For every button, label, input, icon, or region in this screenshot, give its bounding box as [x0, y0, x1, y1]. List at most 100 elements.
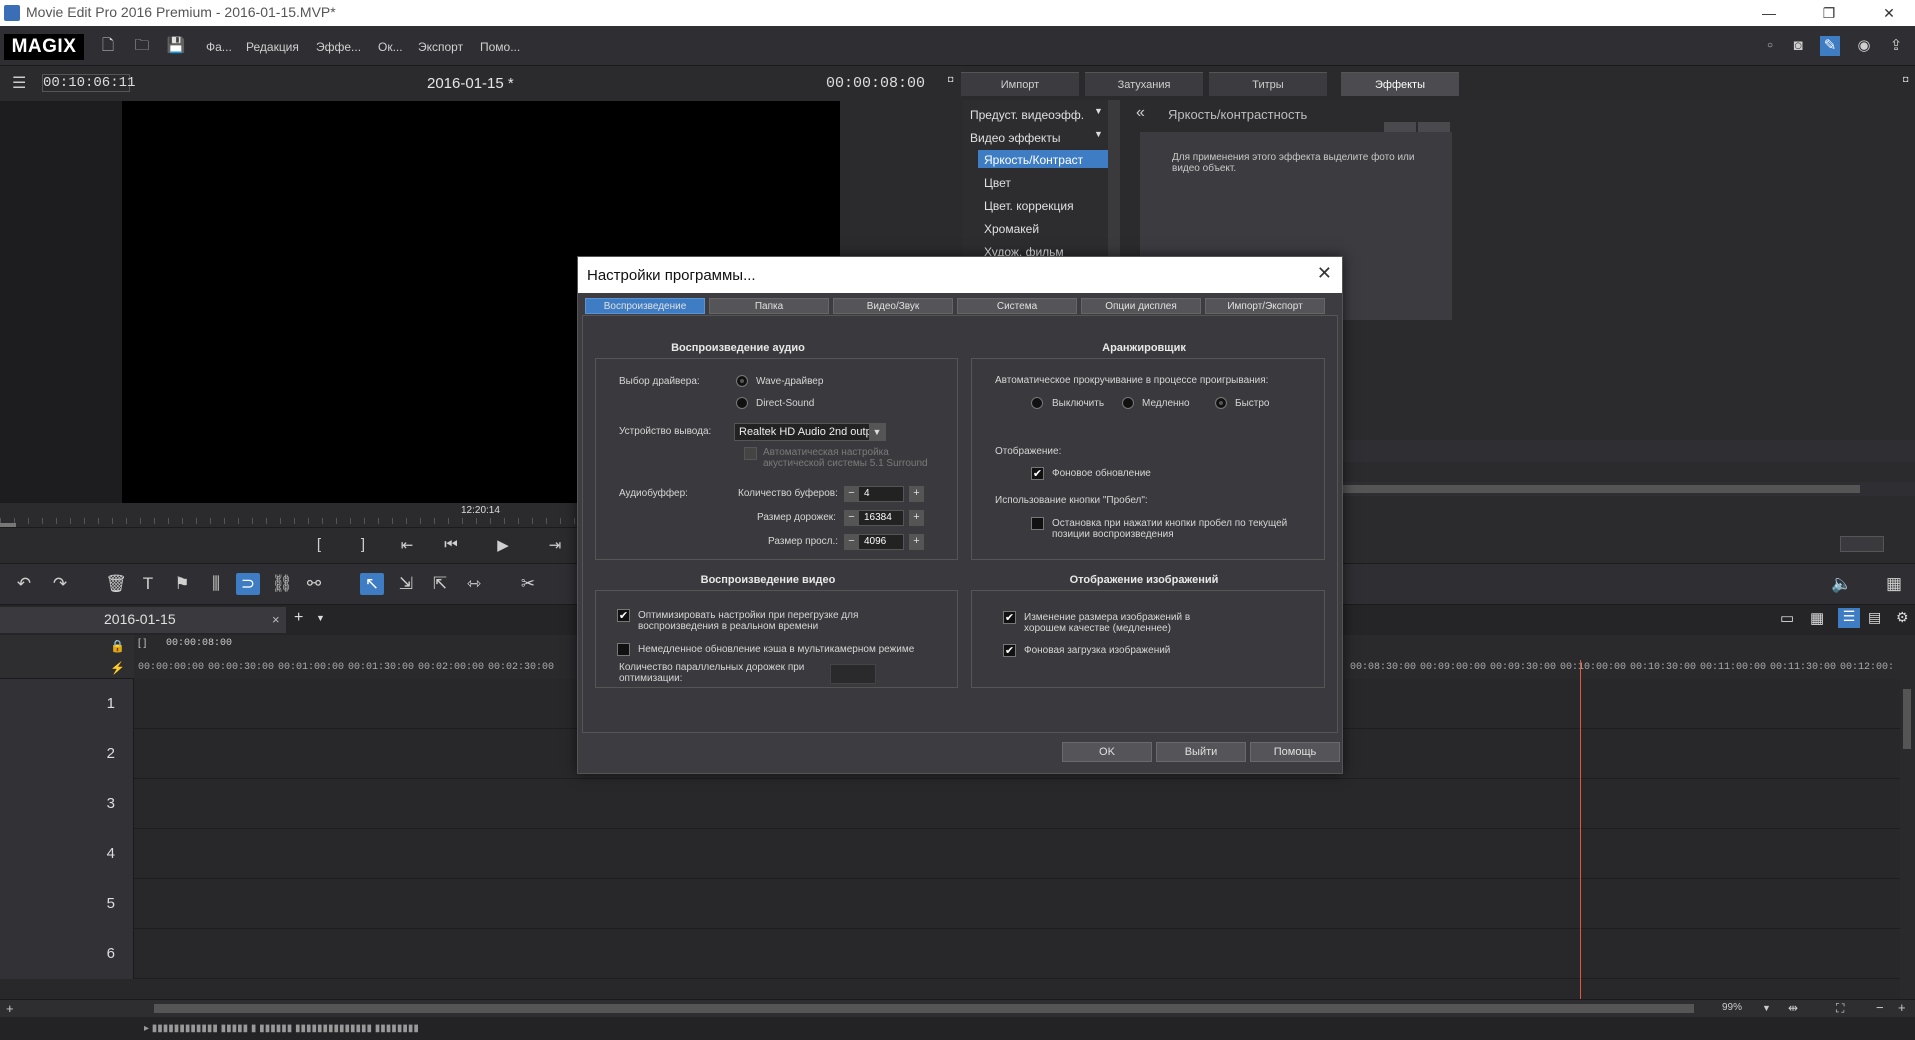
track-number[interactable]: 3 [0, 779, 134, 829]
panel-maximize-icon[interactable]: ◘ [1903, 74, 1908, 84]
output-device-select[interactable]: Realtek HD Audio 2nd outp... [734, 423, 886, 441]
view-storyboard-icon[interactable]: ▤ [1868, 609, 1881, 626]
hq-resize-checkbox[interactable]: ✔ [1003, 611, 1016, 624]
track-row[interactable]: 5 [0, 879, 1900, 929]
wizard-icon[interactable]: ✎ [1820, 36, 1840, 56]
space-stop-checkbox[interactable] [1031, 517, 1044, 530]
effect-item-chromakey[interactable]: Хромакей [984, 222, 1039, 236]
timeline-horizontal-scrollbar[interactable]: + 99% ▼ ⇹ ⛶ − + [0, 999, 1915, 1017]
lock-icon[interactable]: 🔒 [110, 639, 125, 653]
playhead[interactable] [1580, 660, 1581, 1000]
split-icon[interactable]: ⫼ [204, 573, 228, 595]
radio-scroll-slow[interactable] [1122, 397, 1134, 409]
settings-gear-icon[interactable]: ⚙ [1896, 609, 1909, 626]
track-number[interactable]: 5 [0, 879, 134, 929]
save-icon[interactable]: 💾 [166, 36, 186, 56]
tab-folder[interactable]: Папка [709, 298, 829, 314]
menu-file[interactable]: Фа... [206, 40, 232, 54]
preview-size-increment[interactable]: + [909, 534, 924, 550]
track-number[interactable]: 1 [0, 679, 134, 729]
tab-import[interactable]: Импорт [961, 72, 1079, 96]
go-to-start-icon[interactable]: ⇤ [394, 536, 420, 556]
menu-edit[interactable]: Редакция [246, 40, 299, 54]
flash-icon[interactable]: ⚡ [110, 661, 125, 675]
tab-titles[interactable]: Титры [1209, 72, 1327, 96]
track-number[interactable]: 4 [0, 829, 134, 879]
hscroll-thumb[interactable] [154, 1004, 1694, 1013]
tab-dropdown-icon[interactable]: ▼ [316, 613, 325, 623]
bg-load-checkbox[interactable]: ✔ [1003, 644, 1016, 657]
title-text-icon[interactable]: T [136, 573, 160, 595]
tab-transitions[interactable]: Затухания [1085, 72, 1203, 96]
close-window-button[interactable]: ✕ [1866, 0, 1912, 26]
track-row[interactable]: 3 [0, 779, 1900, 829]
effect-item-color-correction[interactable]: Цвет. коррекция [984, 199, 1074, 213]
menu-export[interactable]: Экспорт [418, 40, 463, 54]
stretch-tool-icon[interactable]: ⇿ [462, 573, 486, 595]
back-chevron-icon[interactable]: « [1136, 104, 1145, 122]
radio-scroll-off[interactable] [1031, 397, 1043, 409]
preview-size-decrement[interactable]: − [844, 534, 859, 550]
restore-button[interactable]: ❐ [1806, 0, 1852, 26]
preview-side-button[interactable] [1840, 536, 1884, 552]
upload-icon[interactable]: ⇪ [1886, 36, 1906, 56]
add-track-icon[interactable]: + [6, 1001, 14, 1016]
unlink-icon[interactable]: ⚯ [302, 573, 326, 595]
tab-system[interactable]: Система [957, 298, 1077, 314]
panel-scroll-thumb[interactable] [1340, 485, 1860, 493]
buffer-count-increment[interactable]: + [909, 486, 924, 502]
auto-surround-checkbox[interactable] [744, 447, 757, 460]
mode-tool-icon[interactable]: ⇲ [394, 573, 418, 595]
new-file-icon[interactable]: 🗋 [98, 36, 118, 56]
panel-horizontal-scrollbar[interactable] [1340, 482, 1915, 496]
view-timeline-icon[interactable]: ☰ [1838, 608, 1860, 628]
track-size-decrement[interactable]: − [844, 510, 859, 526]
video-effect-presets[interactable]: Предуст. видеоэфф. [970, 108, 1084, 122]
tab-import-export[interactable]: Импорт/Экспорт [1205, 298, 1325, 314]
radio-scroll-fast[interactable] [1215, 397, 1227, 409]
mode-tool-2-icon[interactable]: ⇱ [428, 573, 452, 595]
tab-video-audio[interactable]: Видео/Звук [833, 298, 953, 314]
zoom-fit-icon[interactable]: ⇹ [1788, 1001, 1798, 1015]
open-folder-icon[interactable]: 🗀 [132, 36, 152, 56]
multicam-checkbox[interactable] [617, 643, 630, 656]
cut-tool-icon[interactable]: ✂ [516, 573, 540, 595]
delete-icon[interactable]: 🗑 [104, 573, 128, 595]
tab-playback[interactable]: Воспроизведение [585, 298, 705, 314]
hamburger-menu-icon[interactable]: ☰ [12, 73, 26, 93]
tab-display-options[interactable]: Опции дисплея [1081, 298, 1201, 314]
effect-item-brightness[interactable]: Яркость/Контраст [984, 153, 1083, 167]
menu-help[interactable]: Помо... [480, 40, 520, 54]
optimize-checkbox[interactable]: ✔ [617, 609, 630, 622]
view-single-icon[interactable]: ▭ [1780, 609, 1794, 627]
camera-icon[interactable]: ◙ [1788, 36, 1808, 56]
undo-icon[interactable]: ↶ [12, 573, 36, 595]
timeline-vertical-scrollbar[interactable] [1900, 679, 1915, 999]
play-icon[interactable]: ▶ [490, 536, 516, 556]
tab-effects[interactable]: Эффекты [1341, 72, 1459, 96]
current-timecode[interactable]: 00:10:06:11 [42, 74, 135, 92]
radio-wave-driver[interactable] [736, 375, 748, 387]
menu-window[interactable]: Ок... [378, 40, 403, 54]
exit-button[interactable]: Выйти [1156, 742, 1246, 762]
video-effects-category[interactable]: Видео эффекты [970, 131, 1060, 145]
bg-update-checkbox[interactable]: ✔ [1031, 467, 1044, 480]
buffer-count-decrement[interactable]: − [844, 486, 859, 502]
mixer-icon[interactable]: ▦ [1882, 573, 1906, 595]
track-row[interactable]: 4 [0, 829, 1900, 879]
maximize-preview-icon[interactable]: ◘ [948, 74, 953, 84]
mark-in-button[interactable]: [ [306, 536, 332, 556]
zoom-out-icon[interactable]: − [1876, 1000, 1884, 1015]
minimize-button[interactable]: — [1746, 0, 1792, 26]
zoom-level[interactable]: 99% [1722, 1002, 1742, 1013]
effect-item-color[interactable]: Цвет [984, 176, 1011, 190]
disc-icon[interactable]: ◉ [1854, 36, 1874, 56]
track-number[interactable]: 6 [0, 929, 134, 979]
view-grid-icon[interactable]: ▦ [1810, 609, 1824, 627]
parallel-tracks-input[interactable] [830, 664, 876, 684]
menu-effects[interactable]: Эффе... [316, 40, 361, 54]
zoom-all-icon[interactable]: ⛶ [1836, 1001, 1844, 1016]
track-size-increment[interactable]: + [909, 510, 924, 526]
effects-list-scrollbar[interactable] [1108, 100, 1120, 260]
previous-frame-icon[interactable]: ⏮ [438, 536, 464, 556]
